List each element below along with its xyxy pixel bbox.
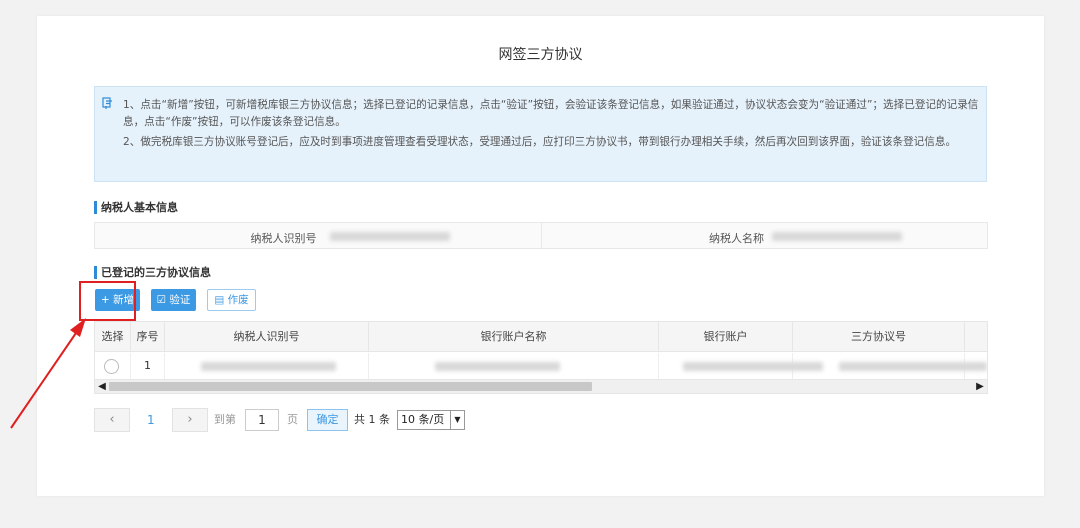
chevron-down-icon: ▼ <box>450 411 464 429</box>
highlight-box <box>79 281 136 321</box>
total-count: 共 1 条 <box>354 413 390 426</box>
taxpayer-name-value-blurred <box>771 232 902 241</box>
void-button[interactable]: ▤ 作废 <box>207 289 256 311</box>
table-row[interactable]: 1 <box>95 353 987 380</box>
col-header-taxpayer-id: 纳税人识别号 <box>165 322 369 352</box>
confirm-page-button[interactable]: 确定 <box>307 409 348 431</box>
goto-label: 到第 <box>214 413 236 426</box>
col-header-select: 选择 <box>95 322 131 352</box>
taxpayer-name-cell: 纳税人名称 <box>542 223 988 248</box>
page-size-select[interactable]: 10 条/页 ▼ <box>397 410 465 430</box>
row-seq: 1 <box>144 359 151 372</box>
scroll-thumb[interactable] <box>109 382 592 391</box>
col-header-agreement-no: 三方协议号 <box>793 322 965 352</box>
taxpayer-id-blurred <box>201 362 336 371</box>
taxpayer-name-label: 纳税人名称 <box>709 232 764 245</box>
content-card: 网签三方协议 1、点击“新增”按钮，可新增税库银三方协议信息；选择已登记的记录信… <box>37 16 1044 496</box>
current-page[interactable]: 1 <box>147 408 155 432</box>
seq-cell: 1 <box>131 353 165 380</box>
table-header: 选择 序号 纳税人识别号 银行账户名称 银行账户 三方协议号 <box>95 322 987 352</box>
col-header-seq: 序号 <box>131 322 165 352</box>
bank-account-name-cell <box>369 353 659 380</box>
taxpayer-id-cell: 纳税人识别号 <box>95 223 542 248</box>
verify-button[interactable]: ☑ 验证 <box>151 289 196 311</box>
horizontal-scrollbar[interactable]: ◀ ▶ <box>95 379 987 393</box>
taxpayer-info-table: 纳税人识别号 纳税人名称 <box>94 222 988 249</box>
agreement-table: 选择 序号 纳税人识别号 银行账户名称 银行账户 三方协议号 1 ◀ ▶ <box>94 321 988 394</box>
bank-account-cell <box>659 353 823 380</box>
scroll-right-icon[interactable]: ▶ <box>973 380 987 393</box>
taxpayer-id-value-blurred <box>330 232 450 241</box>
pagination: ‹ 1 › 到第 1 页 确定 共 1 条 10 条/页 ▼ <box>94 408 474 432</box>
col-header-bank-account-name: 银行账户名称 <box>369 322 659 352</box>
notice-line-1: 1、点击“新增”按钮，可新增税库银三方协议信息；选择已登记的记录信息，点击“验证… <box>123 99 979 128</box>
col-header-bank-account: 银行账户 <box>659 322 793 352</box>
agreement-section-title: 已登记的三方协议信息 <box>94 266 211 279</box>
agreement-no-cell <box>793 353 987 380</box>
notice-box: 1、点击“新增”按钮，可新增税库银三方协议信息；选择已登记的记录信息，点击“验证… <box>94 86 987 182</box>
page-title: 网签三方协议 <box>498 47 583 63</box>
info-icon <box>102 97 112 109</box>
prev-page-button[interactable]: ‹ <box>94 408 130 432</box>
taxpayer-id-label: 纳税人识别号 <box>250 232 317 245</box>
taxpayer-section-title: 纳税人基本信息 <box>94 201 178 214</box>
page-size-value: 10 条/页 <box>401 413 445 426</box>
notice-line-2: 2、做完税库银三方协议账号登记后，应及时到事项进度管理查看受理状态，受理通过后，… <box>123 136 957 148</box>
bank-account-name-blurred <box>435 362 560 371</box>
scroll-left-icon[interactable]: ◀ <box>95 380 109 393</box>
row-select-radio[interactable] <box>104 359 119 374</box>
select-cell <box>95 353 131 380</box>
taxpayer-id-cell <box>165 353 369 380</box>
next-page-button[interactable]: › <box>172 408 208 432</box>
page-unit-label: 页 <box>287 413 298 426</box>
page-number-input[interactable]: 1 <box>245 409 279 431</box>
agreement-no-blurred <box>839 362 987 371</box>
